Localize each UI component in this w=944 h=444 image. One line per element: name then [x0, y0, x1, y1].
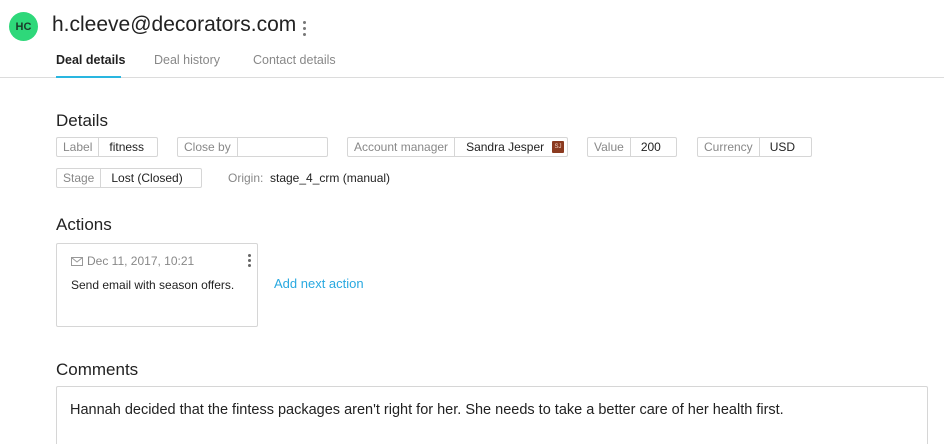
add-next-action-link[interactable]: Add next action — [274, 276, 364, 291]
label-field[interactable]: Label fitness — [56, 137, 158, 157]
label-field-label: Label — [57, 138, 100, 156]
tab-contact-details[interactable]: Contact details — [253, 53, 336, 67]
label-field-value[interactable]: fitness — [99, 138, 157, 156]
value-field-value[interactable]: 200 — [631, 138, 676, 156]
account-manager-field-value[interactable]: Sandra Jesper SJ — [455, 138, 567, 156]
contact-header: HC h.cleeve@decorators.com Deal details … — [0, 0, 944, 78]
action-card[interactable]: Dec 11, 2017, 10:21 Send email with seas… — [56, 243, 258, 327]
action-text: Send email with season offers. — [71, 278, 235, 292]
contact-email: h.cleeve@decorators.com — [52, 13, 297, 36]
comment-box[interactable]: Hannah decided that the fintess packages… — [56, 386, 928, 444]
currency-field-value[interactable]: USD — [760, 138, 811, 156]
stage-field-value[interactable]: Lost (Closed) — [101, 169, 201, 187]
close-by-field-value[interactable] — [238, 138, 327, 156]
account-manager-avatar: SJ — [552, 141, 564, 153]
stage-field[interactable]: Stage Lost (Closed) — [56, 168, 202, 188]
origin-value: stage_4_crm (manual) — [270, 171, 391, 185]
action-date: Dec 11, 2017, 10:21 — [87, 254, 195, 268]
value-field[interactable]: Value 200 — [587, 137, 677, 157]
currency-field[interactable]: Currency USD — [697, 137, 812, 157]
stage-field-label: Stage — [57, 169, 102, 187]
account-manager-field-label: Account manager — [348, 138, 456, 156]
close-by-field[interactable]: Close by — [177, 137, 328, 157]
currency-field-label: Currency — [698, 138, 760, 156]
avatar[interactable]: HC — [9, 12, 38, 41]
active-tab-indicator — [56, 76, 121, 78]
comments-title: Comments — [56, 360, 139, 379]
action-options-icon[interactable] — [245, 252, 253, 268]
more-options-icon[interactable] — [296, 17, 312, 39]
tab-deal-history[interactable]: Deal history — [154, 53, 220, 67]
comment-text: Hannah decided that the fintess packages… — [70, 402, 784, 418]
tab-deal-details[interactable]: Deal details — [56, 53, 125, 67]
actions-title: Actions — [56, 215, 112, 234]
value-field-label: Value — [588, 138, 631, 156]
account-manager-name: Sandra Jesper — [466, 140, 545, 154]
details-title: Details — [56, 111, 108, 130]
close-by-field-label: Close by — [178, 138, 238, 156]
origin-label: Origin: — [228, 171, 264, 185]
account-manager-field[interactable]: Account manager Sandra Jesper SJ — [347, 137, 568, 157]
mail-icon — [71, 257, 83, 266]
